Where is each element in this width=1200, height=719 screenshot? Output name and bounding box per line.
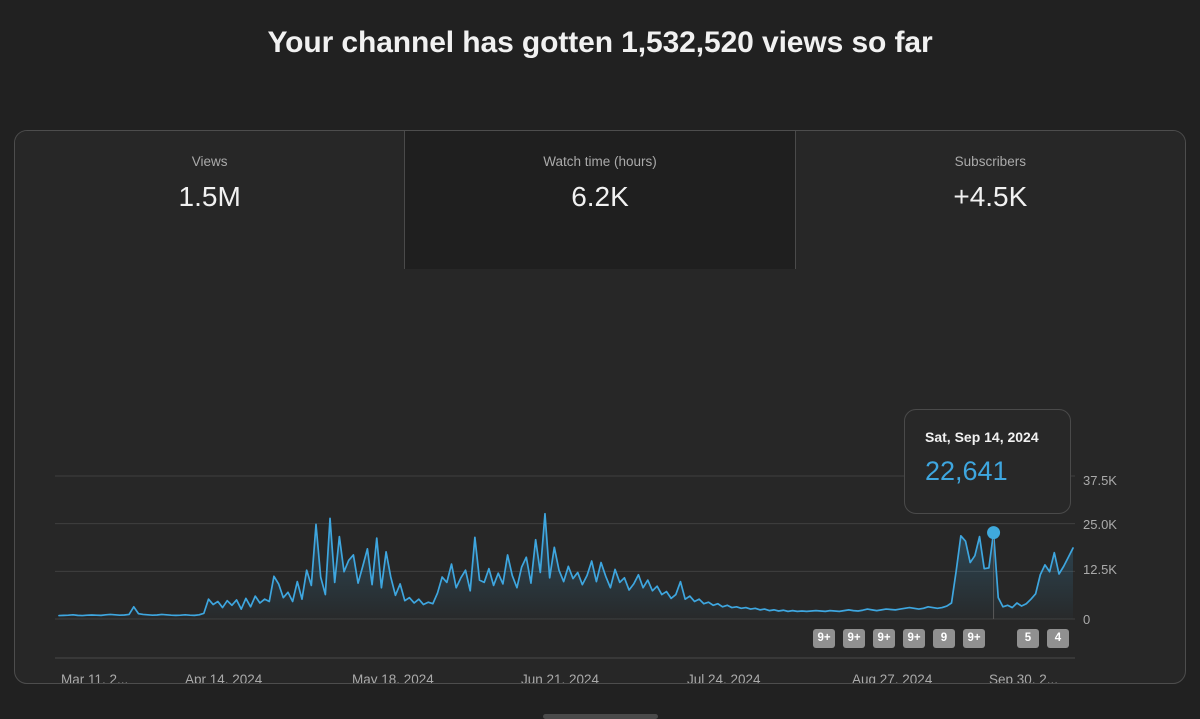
- tab-subscribers[interactable]: Subscribers +4.5K: [795, 131, 1185, 269]
- tab-subscribers-value: +4.5K: [953, 181, 1028, 212]
- x-axis-tick-aug-27: Aug 27, 2024: [852, 672, 933, 684]
- video-count-badge[interactable]: 9+: [813, 629, 835, 648]
- y-axis-tick-12-5k: 12.5K: [1083, 562, 1117, 577]
- video-count-badge[interactable]: 9+: [843, 629, 865, 648]
- tab-views[interactable]: Views 1.5M: [15, 131, 405, 269]
- chart-selected-point-marker: [987, 526, 1001, 540]
- video-count-badge[interactable]: 9: [933, 629, 955, 648]
- x-axis-tick-may-18: May 18, 2024: [352, 672, 434, 684]
- y-axis-tick-25-0k: 25.0K: [1083, 517, 1117, 532]
- tab-watch-time-value: 6.2K: [571, 181, 629, 212]
- y-axis-tick-0: 0: [1083, 612, 1091, 627]
- tab-views-value: 1.5M: [178, 181, 241, 212]
- x-axis-tick-jun-21: Jun 21, 2024: [521, 672, 600, 684]
- x-axis-tick-mar-11: Mar 11, 2...: [61, 672, 129, 684]
- video-count-badge[interactable]: 9+: [963, 629, 985, 648]
- analytics-card: Views 1.5M Watch time (hours) 6.2K Subsc…: [14, 130, 1186, 684]
- x-axis-tick-jul-24: Jul 24, 2024: [687, 672, 761, 684]
- chart-tooltip: Sat, Sep 14, 2024 22,641: [904, 409, 1071, 514]
- y-axis-tick-37-5k: 37.5K: [1083, 473, 1117, 488]
- tab-watch-time[interactable]: Watch time (hours) 6.2K: [404, 131, 796, 269]
- video-count-badge[interactable]: 9+: [873, 629, 895, 648]
- tab-subscribers-label: Subscribers: [954, 154, 1026, 169]
- page-title: Your channel has gotten 1,532,520 views …: [267, 26, 933, 59]
- video-count-badge[interactable]: 9+: [903, 629, 925, 648]
- x-axis-tick-apr-14: Apr 14, 2024: [185, 672, 263, 684]
- tab-watch-time-label: Watch time (hours): [543, 154, 657, 169]
- x-axis-tick-sep-30: Sep 30, 2...: [989, 672, 1059, 684]
- metric-tabs: Views 1.5M Watch time (hours) 6.2K Subsc…: [15, 131, 1185, 269]
- video-count-badge[interactable]: 5: [1017, 629, 1039, 648]
- scroll-indicator[interactable]: [543, 714, 658, 719]
- youtube-studio-analytics-card: Your channel has gotten 1,532,520 views …: [0, 0, 1200, 719]
- tooltip-value: 22,641: [925, 456, 1008, 486]
- tooltip-date: Sat, Sep 14, 2024: [925, 429, 1039, 445]
- video-count-badge[interactable]: 4: [1047, 629, 1069, 648]
- tab-views-label: Views: [191, 154, 228, 169]
